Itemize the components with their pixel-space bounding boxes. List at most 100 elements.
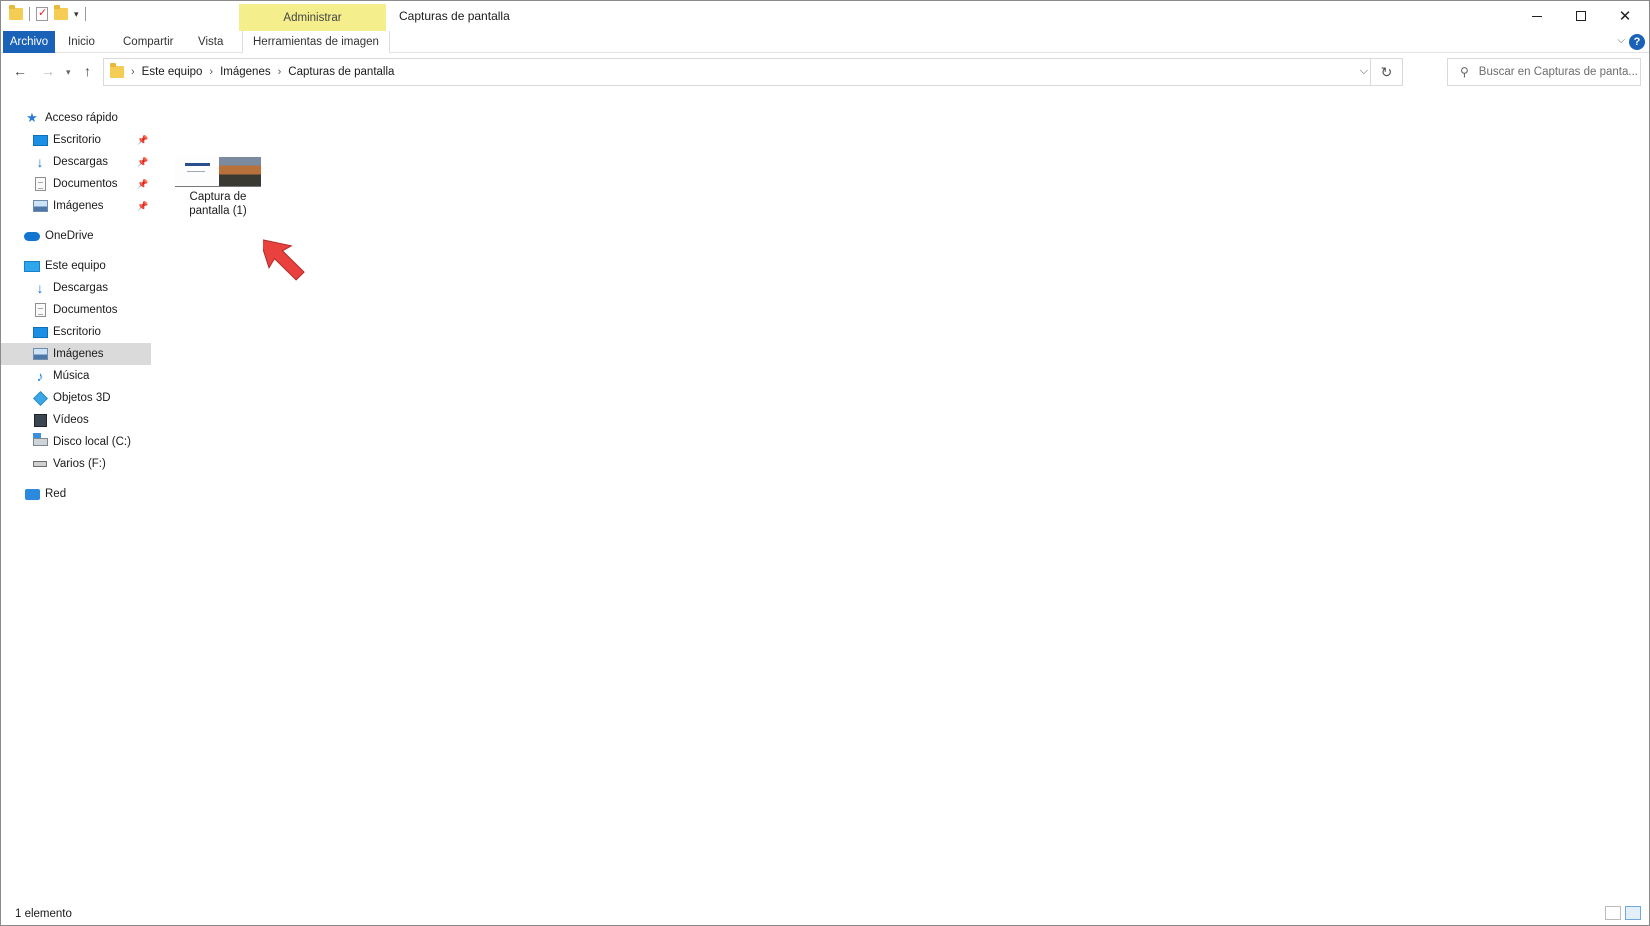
breadcrumb-imagenes[interactable]: Imágenes	[220, 66, 271, 78]
breadcrumb-chevron-icon[interactable]: ›	[131, 66, 135, 78]
tab-compartir[interactable]: Compartir	[113, 31, 183, 53]
download-icon: ↓	[36, 154, 44, 170]
removable-drive-icon	[32, 457, 48, 471]
annotation-arrow-shape	[263, 238, 305, 281]
pin-icon[interactable]: 📌	[137, 157, 148, 168]
nav-pc-disco-local-c[interactable]: Disco local (C:)	[1, 431, 151, 453]
annotation-arrow-icon	[263, 238, 305, 281]
file-name-line-1: Captura de	[189, 191, 247, 203]
maximize-icon	[1576, 11, 1586, 21]
expand-ribbon-chevron-icon[interactable]: ⌵	[1617, 35, 1625, 46]
minimize-button[interactable]	[1515, 1, 1559, 31]
file-name-line-2: pantalla (1)	[189, 205, 247, 217]
nav-pc-varios-f[interactable]: Varios (F:)	[1, 453, 151, 475]
pictures-icon	[32, 199, 48, 213]
file-name: Captura de pantalla (1)	[173, 190, 263, 218]
quick-access-toolbar: ▾	[9, 5, 86, 21]
qat-separator	[29, 7, 30, 21]
image-thumbnail	[175, 157, 261, 187]
close-button[interactable]: ✕	[1603, 1, 1647, 31]
properties-icon[interactable]	[36, 6, 48, 21]
search-icon: ⚲	[1460, 65, 1469, 79]
tab-inicio[interactable]: Inicio	[58, 31, 105, 53]
pin-icon[interactable]: 📌	[137, 201, 148, 212]
pin-icon[interactable]: 📌	[137, 179, 148, 190]
nav-quick-documentos[interactable]: Documentos 📌	[1, 173, 151, 195]
nav-label: Descargas	[53, 282, 108, 294]
pin-icon[interactable]: 📌	[137, 135, 148, 146]
nav-pc-documentos[interactable]: Documentos	[1, 299, 151, 321]
minimize-icon	[1532, 15, 1542, 17]
nav-pc-imagenes[interactable]: Imágenes	[1, 343, 151, 365]
nav-label: Este equipo	[45, 260, 106, 272]
pictures-icon	[32, 347, 48, 361]
refresh-icon[interactable]: ↻	[1370, 59, 1402, 85]
context-tab-group-administrar: Administrar	[239, 4, 386, 31]
details-view-icon[interactable]	[1605, 906, 1621, 920]
nav-label: Red	[45, 488, 67, 500]
thumbnail-screenshot	[175, 157, 219, 186]
nav-quick-descargas[interactable]: ↓ Descargas 📌	[1, 151, 151, 173]
folder-icon[interactable]	[9, 5, 23, 20]
back-arrow-icon[interactable]: ←	[13, 63, 27, 79]
nav-label: Música	[53, 370, 90, 382]
document-icon	[32, 303, 48, 317]
file-explorer-window: ▾ Administrar Capturas de pantalla ✕ Arc…	[0, 0, 1650, 926]
nav-label: Descargas	[53, 156, 108, 168]
nav-pc-descargas[interactable]: ↓ Descargas	[1, 277, 151, 299]
ribbon-tabs: Archivo Inicio Compartir Vista Herramien…	[1, 31, 1649, 53]
breadcrumb-chevron-icon[interactable]: ›	[278, 66, 282, 78]
network-icon	[24, 487, 40, 501]
qat-dropdown-icon[interactable]: ▾	[74, 9, 79, 20]
nav-pc-musica[interactable]: ♪ Música	[1, 365, 151, 387]
breadcrumb-este-equipo[interactable]: Este equipo	[142, 66, 203, 78]
download-icon: ↓	[36, 280, 44, 296]
nav-label: Imágenes	[53, 348, 104, 360]
nav-label: Disco local (C:)	[53, 436, 131, 448]
up-arrow-icon[interactable]: ↑	[84, 63, 91, 79]
nav-quick-escritorio[interactable]: Escritorio 📌	[1, 129, 151, 151]
nav-red[interactable]: Red	[1, 483, 151, 505]
nav-label: Documentos	[53, 304, 118, 316]
nav-onedrive[interactable]: OneDrive	[1, 225, 151, 247]
nav-label: Objetos 3D	[53, 392, 111, 404]
tab-vista[interactable]: Vista	[188, 31, 233, 53]
recent-locations-chevron-icon[interactable]: ▾	[66, 67, 71, 78]
music-icon: ♪	[36, 368, 44, 384]
nav-pc-objetos-3d[interactable]: Objetos 3D	[1, 387, 151, 409]
nav-pc-escritorio[interactable]: Escritorio	[1, 321, 151, 343]
title-bar: ▾ Administrar Capturas de pantalla ✕	[1, 1, 1649, 31]
nav-quick-imagenes[interactable]: Imágenes 📌	[1, 195, 151, 217]
local-disk-icon	[32, 433, 48, 449]
help-icon[interactable]: ?	[1629, 34, 1645, 50]
address-bar[interactable]: › Este equipo › Imágenes › Capturas de p…	[103, 58, 1403, 86]
maximize-button[interactable]	[1559, 1, 1603, 31]
nav-label: Escritorio	[53, 134, 101, 146]
desktop-icon	[32, 325, 48, 339]
thumbnail-photo	[219, 157, 261, 186]
tab-archivo[interactable]: Archivo	[3, 31, 55, 53]
new-folder-icon[interactable]	[54, 5, 68, 20]
forward-arrow-icon[interactable]: →	[41, 63, 55, 79]
large-icons-view-icon[interactable]	[1625, 906, 1641, 920]
file-item-captura-de-pantalla-1[interactable]: Captura de pantalla (1)	[173, 157, 263, 218]
nav-este-equipo[interactable]: Este equipo	[1, 255, 151, 277]
breadcrumb-capturas-de-pantalla[interactable]: Capturas de pantalla	[288, 66, 394, 78]
computer-icon	[24, 259, 40, 273]
nav-pc-videos[interactable]: Vídeos	[1, 409, 151, 431]
nav-label: Vídeos	[53, 414, 89, 426]
nav-label: Escritorio	[53, 326, 101, 338]
folder-icon	[110, 63, 124, 78]
qat-separator	[84, 7, 86, 21]
close-icon: ✕	[1618, 7, 1632, 25]
breadcrumb-chevron-icon[interactable]: ›	[209, 66, 213, 78]
search-input[interactable]: ⚲ Buscar en Capturas de panta...	[1447, 58, 1641, 86]
3d-objects-icon	[32, 390, 48, 406]
video-icon	[32, 413, 48, 427]
nav-acceso-rapido[interactable]: ★ Acceso rápido	[1, 107, 151, 129]
address-dropdown-icon[interactable]: ⌵	[1360, 65, 1368, 78]
tab-herramientas-de-imagen[interactable]: Herramientas de imagen	[242, 31, 390, 53]
search-placeholder: Buscar en Capturas de panta...	[1478, 66, 1638, 78]
cloud-icon	[24, 229, 40, 243]
window-title: Capturas de pantalla	[399, 9, 510, 23]
